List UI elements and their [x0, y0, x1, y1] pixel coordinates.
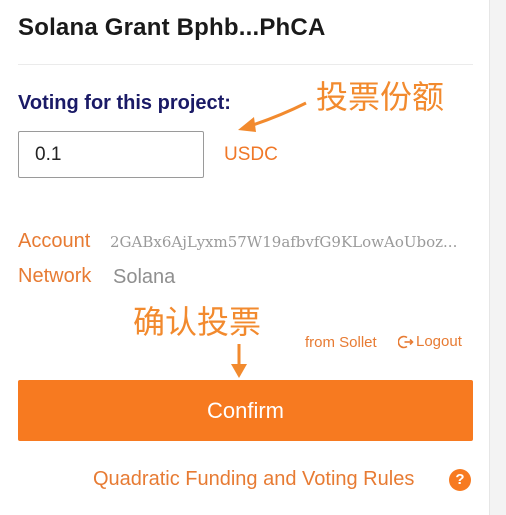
vote-amount-input[interactable] [18, 131, 204, 178]
annotation-confirm-vote: 确认投票 [133, 303, 262, 341]
annotation-vote-amount: 投票份额 [316, 78, 445, 116]
project-title: Solana Grant Bphb...PhCA [18, 14, 326, 41]
account-label: Account [18, 230, 91, 252]
currency-label: USDC [224, 144, 278, 165]
network-value: Solana [113, 266, 176, 288]
logout-link[interactable]: Logout [398, 333, 462, 350]
account-address: 2GABx6AjLyxm57W19afbvfG9KLowAoUboz... [110, 233, 458, 251]
confirm-button[interactable]: Confirm [18, 380, 473, 441]
divider [18, 64, 473, 65]
voting-label: Voting for this project: [18, 92, 231, 114]
wallet-source: from Sollet [305, 334, 377, 351]
network-label: Network [18, 265, 92, 287]
logout-label: Logout [416, 333, 462, 350]
help-icon[interactable]: ? [449, 469, 471, 491]
logout-icon [398, 335, 414, 348]
rules-link[interactable]: Quadratic Funding and Voting Rules [93, 468, 414, 491]
scrollbar[interactable] [489, 0, 506, 515]
